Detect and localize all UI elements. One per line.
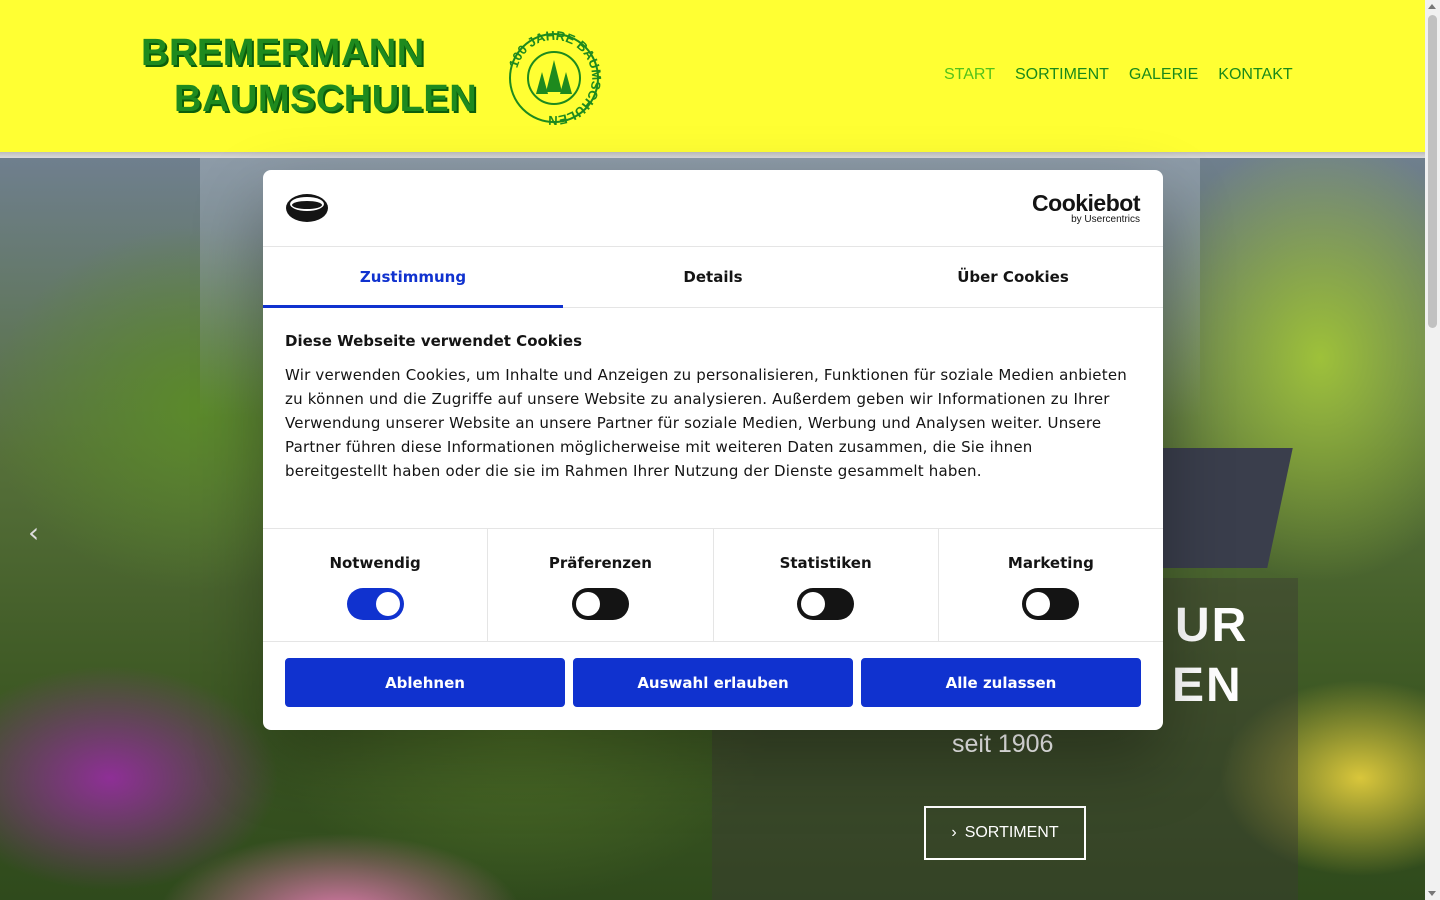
tab-details[interactable]: Details	[563, 247, 863, 307]
toggle-group-praeferenzen: Präferenzen	[488, 529, 714, 641]
scroll-down-arrow-icon[interactable]	[1428, 891, 1436, 896]
cookie-logo-icon	[286, 194, 328, 222]
toggle-statistiken[interactable]	[797, 588, 855, 620]
dialog-description: Wir verwenden Cookies, um Inhalte und An…	[285, 366, 1127, 480]
toggle-marketing[interactable]	[1022, 588, 1080, 620]
toggle-group-marketing: Marketing	[939, 529, 1163, 641]
chevron-right-icon: ›	[951, 824, 957, 841]
toggle-group-statistiken: Statistiken	[714, 529, 939, 641]
scroll-up-arrow-icon[interactable]	[1428, 4, 1436, 9]
dialog-tabs: Zustimmung Details Über Cookies	[263, 247, 1163, 308]
tab-zustimmung[interactable]: Zustimmung	[263, 247, 563, 308]
toggle-knob	[575, 592, 600, 616]
page-scrollbar[interactable]	[1425, 0, 1440, 900]
nav-sortiment[interactable]: SORTIMENT	[1015, 66, 1109, 84]
nav-start[interactable]: START	[944, 66, 995, 84]
main-navigation: START SORTIMENT GALERIE KONTAKT	[944, 66, 1293, 84]
nav-kontakt[interactable]: KONTAKT	[1218, 66, 1292, 84]
nav-galerie[interactable]: GALERIE	[1129, 66, 1198, 84]
toggle-label-marketing: Marketing	[1007, 554, 1094, 572]
toggle-label-statistiken: Statistiken	[779, 554, 872, 572]
dialog-title: Diese Webseite verwendet Cookies	[285, 332, 583, 350]
hero-subtitle: seit 1906	[952, 730, 1054, 758]
decline-button[interactable]: Ablehnen	[285, 658, 565, 707]
toggle-label-praeferenzen: Präferenzen	[548, 554, 652, 572]
allow-all-button[interactable]: Alle zulassen	[861, 658, 1141, 707]
dialog-actions: Ablehnen Auswahl erlauben Alle zulassen	[285, 658, 1141, 707]
cookiebot-brand[interactable]: Cookiebot by Usercentrics	[1032, 190, 1140, 225]
brand-name-line2[interactable]: BAUMSCHULEN	[174, 78, 477, 121]
toggle-knob	[1026, 592, 1051, 616]
toggle-praeferenzen[interactable]	[571, 588, 629, 620]
hero-title-line1: UR	[1175, 599, 1249, 652]
tab-ueber-cookies[interactable]: Über Cookies	[863, 247, 1163, 307]
brand-name-line1[interactable]: BREMERMANN	[141, 32, 425, 75]
scrollbar-thumb[interactable]	[1428, 15, 1437, 328]
toggle-knob	[801, 592, 826, 616]
toggle-group-notwendig: Notwendig	[263, 529, 489, 641]
toggle-label-notwendig: Notwendig	[329, 554, 421, 572]
hero-button-label: SORTIMENT	[964, 824, 1059, 841]
anniversary-seal-logo: 100 JAHRE BAUMSCHULEN	[506, 30, 602, 126]
chevron-left-icon[interactable]: ‹	[28, 516, 39, 549]
cookie-consent-dialog: Cookiebot by Usercentrics Zustimmung Det…	[263, 170, 1163, 730]
cookiebot-name: Cookiebot	[1032, 190, 1140, 216]
site-header: BREMERMANN BAUMSCHULEN 100 JAHRE BAUMSCH…	[0, 0, 1425, 152]
dialog-body: Diese Webseite verwendet Cookies Wir ver…	[285, 332, 1135, 483]
toggle-notwendig[interactable]	[346, 588, 404, 620]
consent-toggles: Notwendig Präferenzen Statistiken Market…	[263, 528, 1163, 642]
hero-title-line2: EN	[1172, 659, 1243, 712]
dialog-header: Cookiebot by Usercentrics	[263, 170, 1163, 247]
toggle-knob	[375, 592, 400, 616]
allow-selection-button[interactable]: Auswahl erlauben	[573, 658, 853, 707]
hero-sortiment-button[interactable]: › SORTIMENT	[924, 806, 1086, 860]
